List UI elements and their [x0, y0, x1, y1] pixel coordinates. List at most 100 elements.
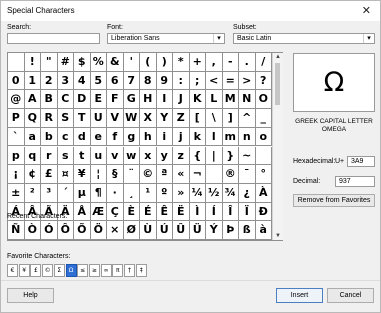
character-cell[interactable]: V	[107, 109, 124, 128]
character-cell[interactable]: T	[74, 109, 91, 128]
help-button[interactable]: Help	[7, 288, 54, 303]
character-cell[interactable]: ¾	[222, 183, 239, 203]
character-cell[interactable]: ¸	[123, 183, 140, 203]
character-cell[interactable]: P	[8, 109, 25, 128]
character-cell[interactable]	[255, 146, 272, 166]
character-cell[interactable]: Ê	[156, 202, 173, 222]
character-cell[interactable]: Y	[156, 109, 173, 128]
character-cell[interactable]: à	[255, 221, 272, 240]
character-cell[interactable]: Ò	[24, 221, 41, 240]
character-cell[interactable]: &	[107, 53, 124, 72]
character-cell[interactable]: K	[189, 90, 206, 110]
character-cell[interactable]: |	[206, 146, 223, 166]
character-cell[interactable]: 9	[156, 71, 173, 91]
character-cell[interactable]: >	[239, 71, 256, 91]
character-cell[interactable]: h	[140, 127, 157, 147]
favorite-character[interactable]: †	[124, 264, 135, 277]
favorite-character[interactable]: ©	[42, 264, 54, 277]
grid-scrollbar[interactable]: ▲ ▼	[272, 53, 283, 240]
character-cell[interactable]: F	[107, 90, 124, 110]
character-cell[interactable]: A	[24, 90, 41, 110]
character-cell[interactable]: g	[123, 127, 140, 147]
character-cell[interactable]: ¦	[90, 165, 107, 184]
character-cell[interactable]: Þ	[222, 221, 239, 240]
character-cell[interactable]: R	[41, 109, 58, 128]
search-input[interactable]	[7, 33, 100, 44]
character-cell[interactable]: \	[206, 109, 223, 128]
character-cell[interactable]: ¤	[57, 165, 74, 184]
favorite-character[interactable]: €	[7, 264, 18, 277]
character-cell[interactable]: ²	[24, 183, 41, 203]
character-cell[interactable]: £	[41, 165, 58, 184]
character-cell[interactable]: `	[8, 127, 25, 147]
character-cell[interactable]: È	[123, 202, 140, 222]
character-cell[interactable]: e	[90, 127, 107, 147]
character-cell[interactable]: ´	[57, 183, 74, 203]
character-cell[interactable]: '	[123, 53, 140, 72]
character-cell[interactable]: ¼	[189, 183, 206, 203]
hexadecimal-input[interactable]: 3A9	[347, 156, 375, 167]
character-cell[interactable]: X	[140, 109, 157, 128]
character-cell[interactable]: *	[173, 53, 190, 72]
character-cell[interactable]: Õ	[74, 221, 91, 240]
character-cell[interactable]: «	[173, 165, 190, 184]
character-cell[interactable]: µ	[74, 183, 91, 203]
character-cell[interactable]: y	[156, 146, 173, 166]
character-cell[interactable]: Æ	[90, 202, 107, 222]
character-cell[interactable]: q	[24, 146, 41, 166]
character-cell[interactable]: Ý	[206, 221, 223, 240]
character-cell[interactable]: ^	[239, 109, 256, 128]
character-cell[interactable]: +	[189, 53, 206, 72]
character-cell[interactable]: )	[156, 53, 173, 72]
character-cell[interactable]: /	[255, 53, 272, 72]
character-cell[interactable]: 2	[41, 71, 58, 91]
scrollbar-thumb[interactable]	[275, 63, 280, 105]
character-cell[interactable]: t	[74, 146, 91, 166]
character-cell[interactable]: u	[90, 146, 107, 166]
character-cell[interactable]: Ó	[41, 221, 58, 240]
character-cell[interactable]: 4	[74, 71, 91, 91]
character-cell[interactable]: ¶	[90, 183, 107, 203]
character-cell[interactable]: »	[173, 183, 190, 203]
cancel-button[interactable]: Cancel	[327, 288, 374, 303]
character-cell[interactable]: #	[57, 53, 74, 72]
character-cell[interactable]: ¨	[123, 165, 140, 184]
character-cell[interactable]: o	[255, 127, 272, 147]
favorite-character[interactable]: ∞	[100, 264, 112, 277]
character-cell[interactable]: H	[140, 90, 157, 110]
character-cell[interactable]: ·	[107, 183, 124, 203]
character-cell[interactable]: 6	[107, 71, 124, 91]
character-cell[interactable]: É	[140, 202, 157, 222]
character-cell[interactable]: ;	[189, 71, 206, 91]
character-cell[interactable]: =	[222, 71, 239, 91]
character-cell[interactable]: ¥	[74, 165, 91, 184]
character-cell[interactable]: Û	[173, 221, 190, 240]
character-cell[interactable]: :	[173, 71, 190, 91]
character-cell[interactable]: ?	[255, 71, 272, 91]
character-cell[interactable]: Ü	[189, 221, 206, 240]
character-cell[interactable]: À	[255, 183, 272, 203]
character-cell[interactable]: Ö	[90, 221, 107, 240]
close-icon[interactable]: ✕	[362, 4, 371, 17]
character-cell[interactable]: ]	[222, 109, 239, 128]
character-cell[interactable]: Ï	[239, 202, 256, 222]
character-cell[interactable]: w	[123, 146, 140, 166]
favorite-character[interactable]: £	[30, 264, 42, 277]
character-cell[interactable]: C	[57, 90, 74, 110]
character-cell[interactable]: E	[90, 90, 107, 110]
character-cell[interactable]: §	[107, 165, 124, 184]
character-cell[interactable]: s	[57, 146, 74, 166]
character-cell[interactable]: ª	[156, 165, 173, 184]
character-cell[interactable]: l	[206, 127, 223, 147]
decimal-input[interactable]: 937	[335, 176, 375, 187]
character-cell[interactable]: J	[173, 90, 190, 110]
character-cell[interactable]: L	[206, 90, 223, 110]
character-cell[interactable]: ¡	[8, 165, 25, 184]
character-cell[interactable]: %	[90, 53, 107, 72]
character-cell[interactable]: U	[90, 109, 107, 128]
character-cell[interactable]: I	[156, 90, 173, 110]
scroll-up-icon[interactable]: ▲	[275, 54, 281, 60]
character-cell[interactable]: j	[173, 127, 190, 147]
font-select[interactable]: Liberation Sans ▾	[107, 33, 225, 44]
character-cell[interactable]: }	[222, 146, 239, 166]
